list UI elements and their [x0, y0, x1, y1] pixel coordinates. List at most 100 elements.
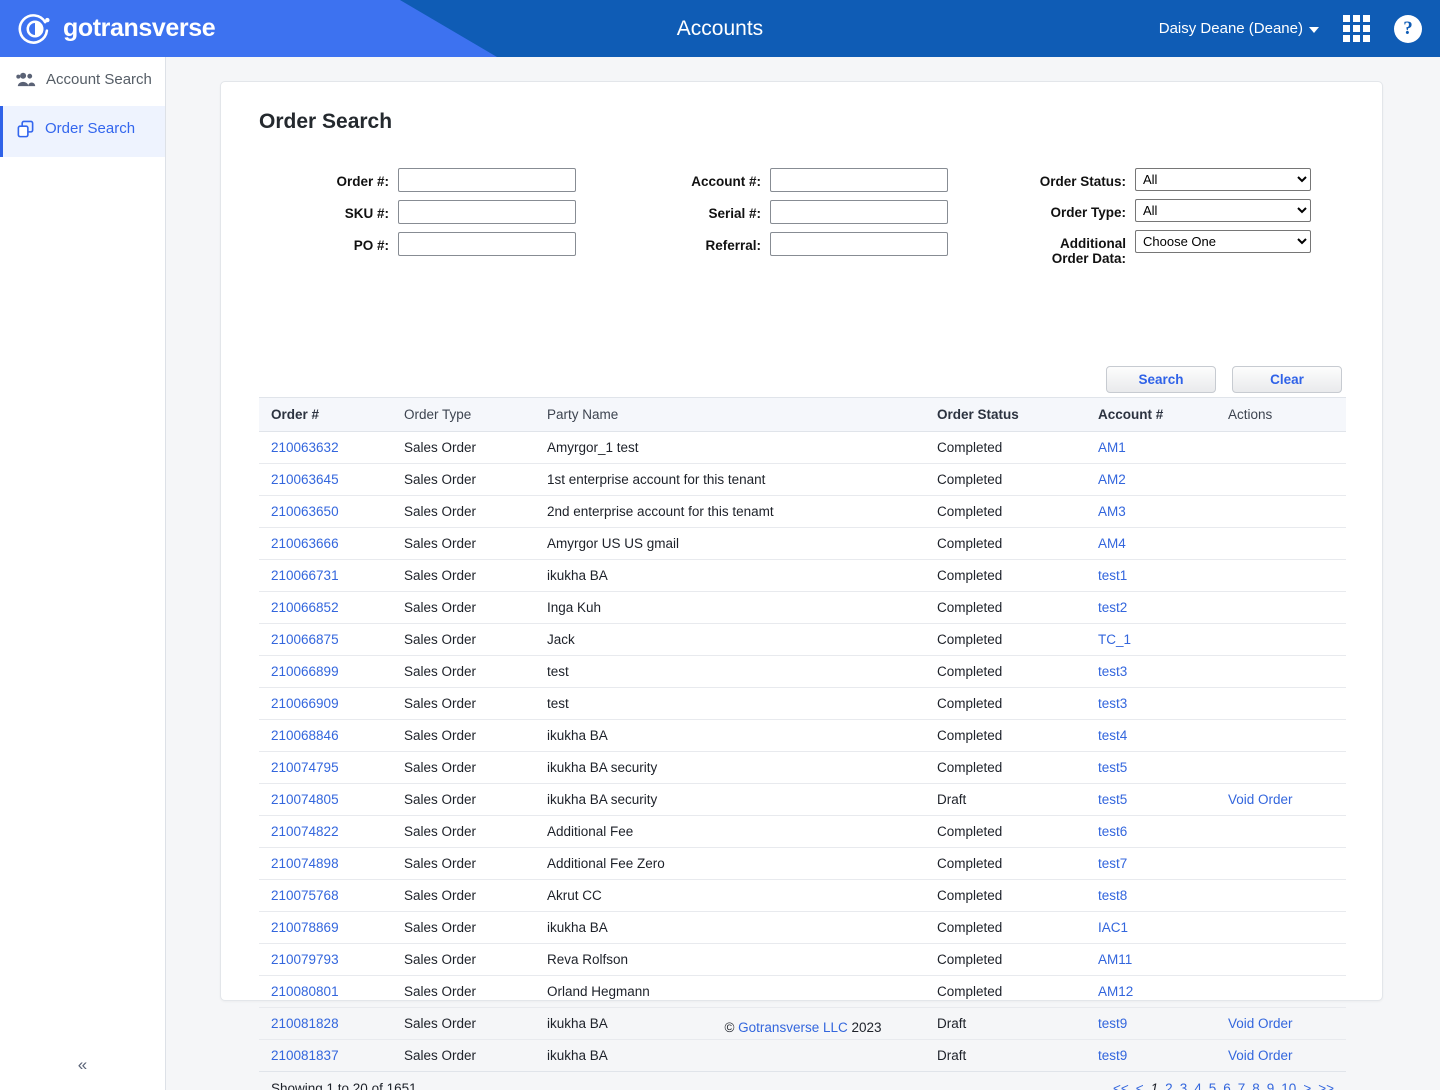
cell-order-no: 210068846	[259, 719, 392, 752]
pagination-prev[interactable]: <	[1136, 1081, 1144, 1090]
clear-button[interactable]: Clear	[1232, 366, 1342, 393]
column-header-account-no[interactable]: Account #	[1086, 397, 1216, 432]
referral-input[interactable]	[770, 232, 948, 256]
pagination-first[interactable]: <<	[1113, 1081, 1129, 1090]
pagination-page-6[interactable]: 6	[1223, 1081, 1231, 1090]
order-no-link[interactable]: 210063645	[271, 472, 339, 487]
cell-order-status: Completed	[925, 847, 1086, 880]
account-no-link[interactable]: test1	[1098, 568, 1127, 583]
cell-order-type: Sales Order	[392, 463, 535, 496]
form-column-right: Order Status: All Order Type: All Additi…	[1035, 168, 1355, 266]
pagination: << <1 2 3 4 5 6 7 8 9 10 > >>	[1113, 1081, 1344, 1090]
po-no-input[interactable]	[398, 232, 576, 256]
order-no-link[interactable]: 210074795	[271, 760, 339, 775]
help-question-icon[interactable]: ?	[1394, 14, 1422, 43]
pagination-page-2[interactable]: 2	[1165, 1081, 1173, 1090]
cell-order-no: 210063650	[259, 495, 392, 528]
pagination-last[interactable]: >>	[1318, 1081, 1334, 1090]
search-button[interactable]: Search	[1106, 366, 1216, 393]
account-no-link[interactable]: test8	[1098, 888, 1127, 903]
sidebar-item-label: Account Search	[46, 71, 152, 88]
account-no-link[interactable]: TC_1	[1098, 632, 1131, 647]
account-no-link[interactable]: AM3	[1098, 504, 1126, 519]
user-menu-button[interactable]: Daisy Deane (Deane)	[1159, 20, 1319, 37]
table-body: 210063632 Sales Order Amyrgor_1 test Comple…	[259, 431, 1346, 1072]
order-no-link[interactable]: 210081837	[271, 1048, 339, 1063]
sidebar-item-label: Order Search	[45, 120, 136, 137]
order-no-link[interactable]: 210066909	[271, 696, 339, 711]
column-header-order-status[interactable]: Order Status	[925, 397, 1086, 432]
table-footer: Showing 1 to 20 of 1651 << <1 2 3 4 5 6 7 8 9 10 > >…	[259, 1072, 1346, 1090]
account-no-link[interactable]: AM11	[1098, 952, 1132, 967]
cell-order-status: Completed	[925, 911, 1086, 944]
cell-order-type: Sales Order	[392, 655, 535, 688]
void-order-link[interactable]: Void Order	[1228, 1048, 1293, 1063]
cell-actions	[1216, 911, 1346, 944]
pagination-page-5[interactable]: 5	[1209, 1081, 1217, 1090]
brand-name: gotransverse	[63, 14, 216, 42]
sidebar-item-account-search[interactable]: Account Search	[0, 57, 165, 106]
column-header-order-no[interactable]: Order #	[259, 397, 392, 432]
account-no-link[interactable]: AM2	[1098, 472, 1126, 487]
order-type-select[interactable]: All	[1135, 199, 1311, 222]
pagination-page-10[interactable]: 10	[1281, 1081, 1296, 1090]
account-no-link[interactable]: test7	[1098, 856, 1127, 871]
account-no-link[interactable]: AM12	[1098, 984, 1133, 999]
order-no-link[interactable]: 210078869	[271, 920, 339, 935]
order-no-link[interactable]: 210063666	[271, 536, 339, 551]
table-row: 210081837 Sales Order ikukha BA Draft test9 V…	[259, 1039, 1346, 1072]
account-no-input[interactable]	[770, 168, 948, 192]
order-no-link[interactable]: 210079793	[271, 952, 339, 967]
cell-account-no: AM12	[1086, 975, 1216, 1008]
order-no-link[interactable]: 210074822	[271, 824, 339, 839]
additional-order-data-select[interactable]: Choose One	[1135, 230, 1311, 253]
brand-logo-link[interactable]: gotransverse	[18, 0, 216, 57]
footer-company-link[interactable]: Gotransverse LLC	[738, 1020, 848, 1035]
order-no-link[interactable]: 210068846	[271, 728, 339, 743]
pagination-page-9[interactable]: 9	[1267, 1081, 1275, 1090]
account-no-link[interactable]: AM1	[1098, 440, 1126, 455]
order-no-link[interactable]: 210066899	[271, 664, 339, 679]
sku-no-input[interactable]	[398, 200, 576, 224]
pagination-page-3[interactable]: 3	[1180, 1081, 1188, 1090]
sidebar-item-order-search[interactable]: Order Search	[0, 106, 165, 157]
account-no-link[interactable]: test2	[1098, 600, 1127, 615]
field-po-no: PO #:	[259, 232, 584, 256]
serial-no-input[interactable]	[770, 200, 948, 224]
field-label: PO #:	[353, 238, 389, 253]
account-no-link[interactable]: test5	[1098, 760, 1127, 775]
order-no-link[interactable]: 210066875	[271, 632, 339, 647]
grid-cell	[1343, 35, 1350, 42]
sidebar-collapse-button[interactable]: «	[0, 1050, 165, 1080]
order-no-link[interactable]: 210063650	[271, 504, 339, 519]
order-no-link[interactable]: 210066852	[271, 600, 339, 615]
order-status-select[interactable]: All	[1135, 168, 1311, 191]
order-no-link[interactable]: 210063632	[271, 440, 339, 455]
pagination-page-8[interactable]: 8	[1252, 1081, 1260, 1090]
void-order-link[interactable]: Void Order	[1228, 792, 1293, 807]
account-no-link[interactable]: AM4	[1098, 536, 1126, 551]
chevron-double-left-icon: «	[77, 1055, 88, 1074]
cell-party-name: Amyrgor US US gmail	[535, 527, 925, 560]
account-no-link[interactable]: test5	[1098, 792, 1127, 807]
pagination-page-4[interactable]: 4	[1194, 1081, 1202, 1090]
order-no-link[interactable]: 210080801	[271, 984, 339, 999]
cell-order-status: Completed	[925, 431, 1086, 464]
account-no-link[interactable]: test6	[1098, 824, 1127, 839]
account-no-link[interactable]: test3	[1098, 696, 1127, 711]
account-no-link[interactable]: IAC1	[1098, 920, 1128, 935]
account-no-link[interactable]: test9	[1098, 1048, 1127, 1063]
cell-party-name: Reva Rolfson	[535, 943, 925, 976]
order-no-link[interactable]: 210066731	[271, 568, 339, 583]
cell-account-no: AM3	[1086, 495, 1216, 528]
order-no-link[interactable]: 210074805	[271, 792, 339, 807]
account-no-link[interactable]: test3	[1098, 664, 1127, 679]
order-no-input[interactable]	[398, 168, 576, 192]
order-no-link[interactable]: 210075768	[271, 888, 339, 903]
cell-order-no: 210080801	[259, 975, 392, 1008]
order-no-link[interactable]: 210074898	[271, 856, 339, 871]
pagination-next[interactable]: >	[1303, 1081, 1311, 1090]
grid-apps-icon[interactable]	[1343, 15, 1370, 42]
pagination-page-7[interactable]: 7	[1238, 1081, 1246, 1090]
account-no-link[interactable]: test4	[1098, 728, 1127, 743]
